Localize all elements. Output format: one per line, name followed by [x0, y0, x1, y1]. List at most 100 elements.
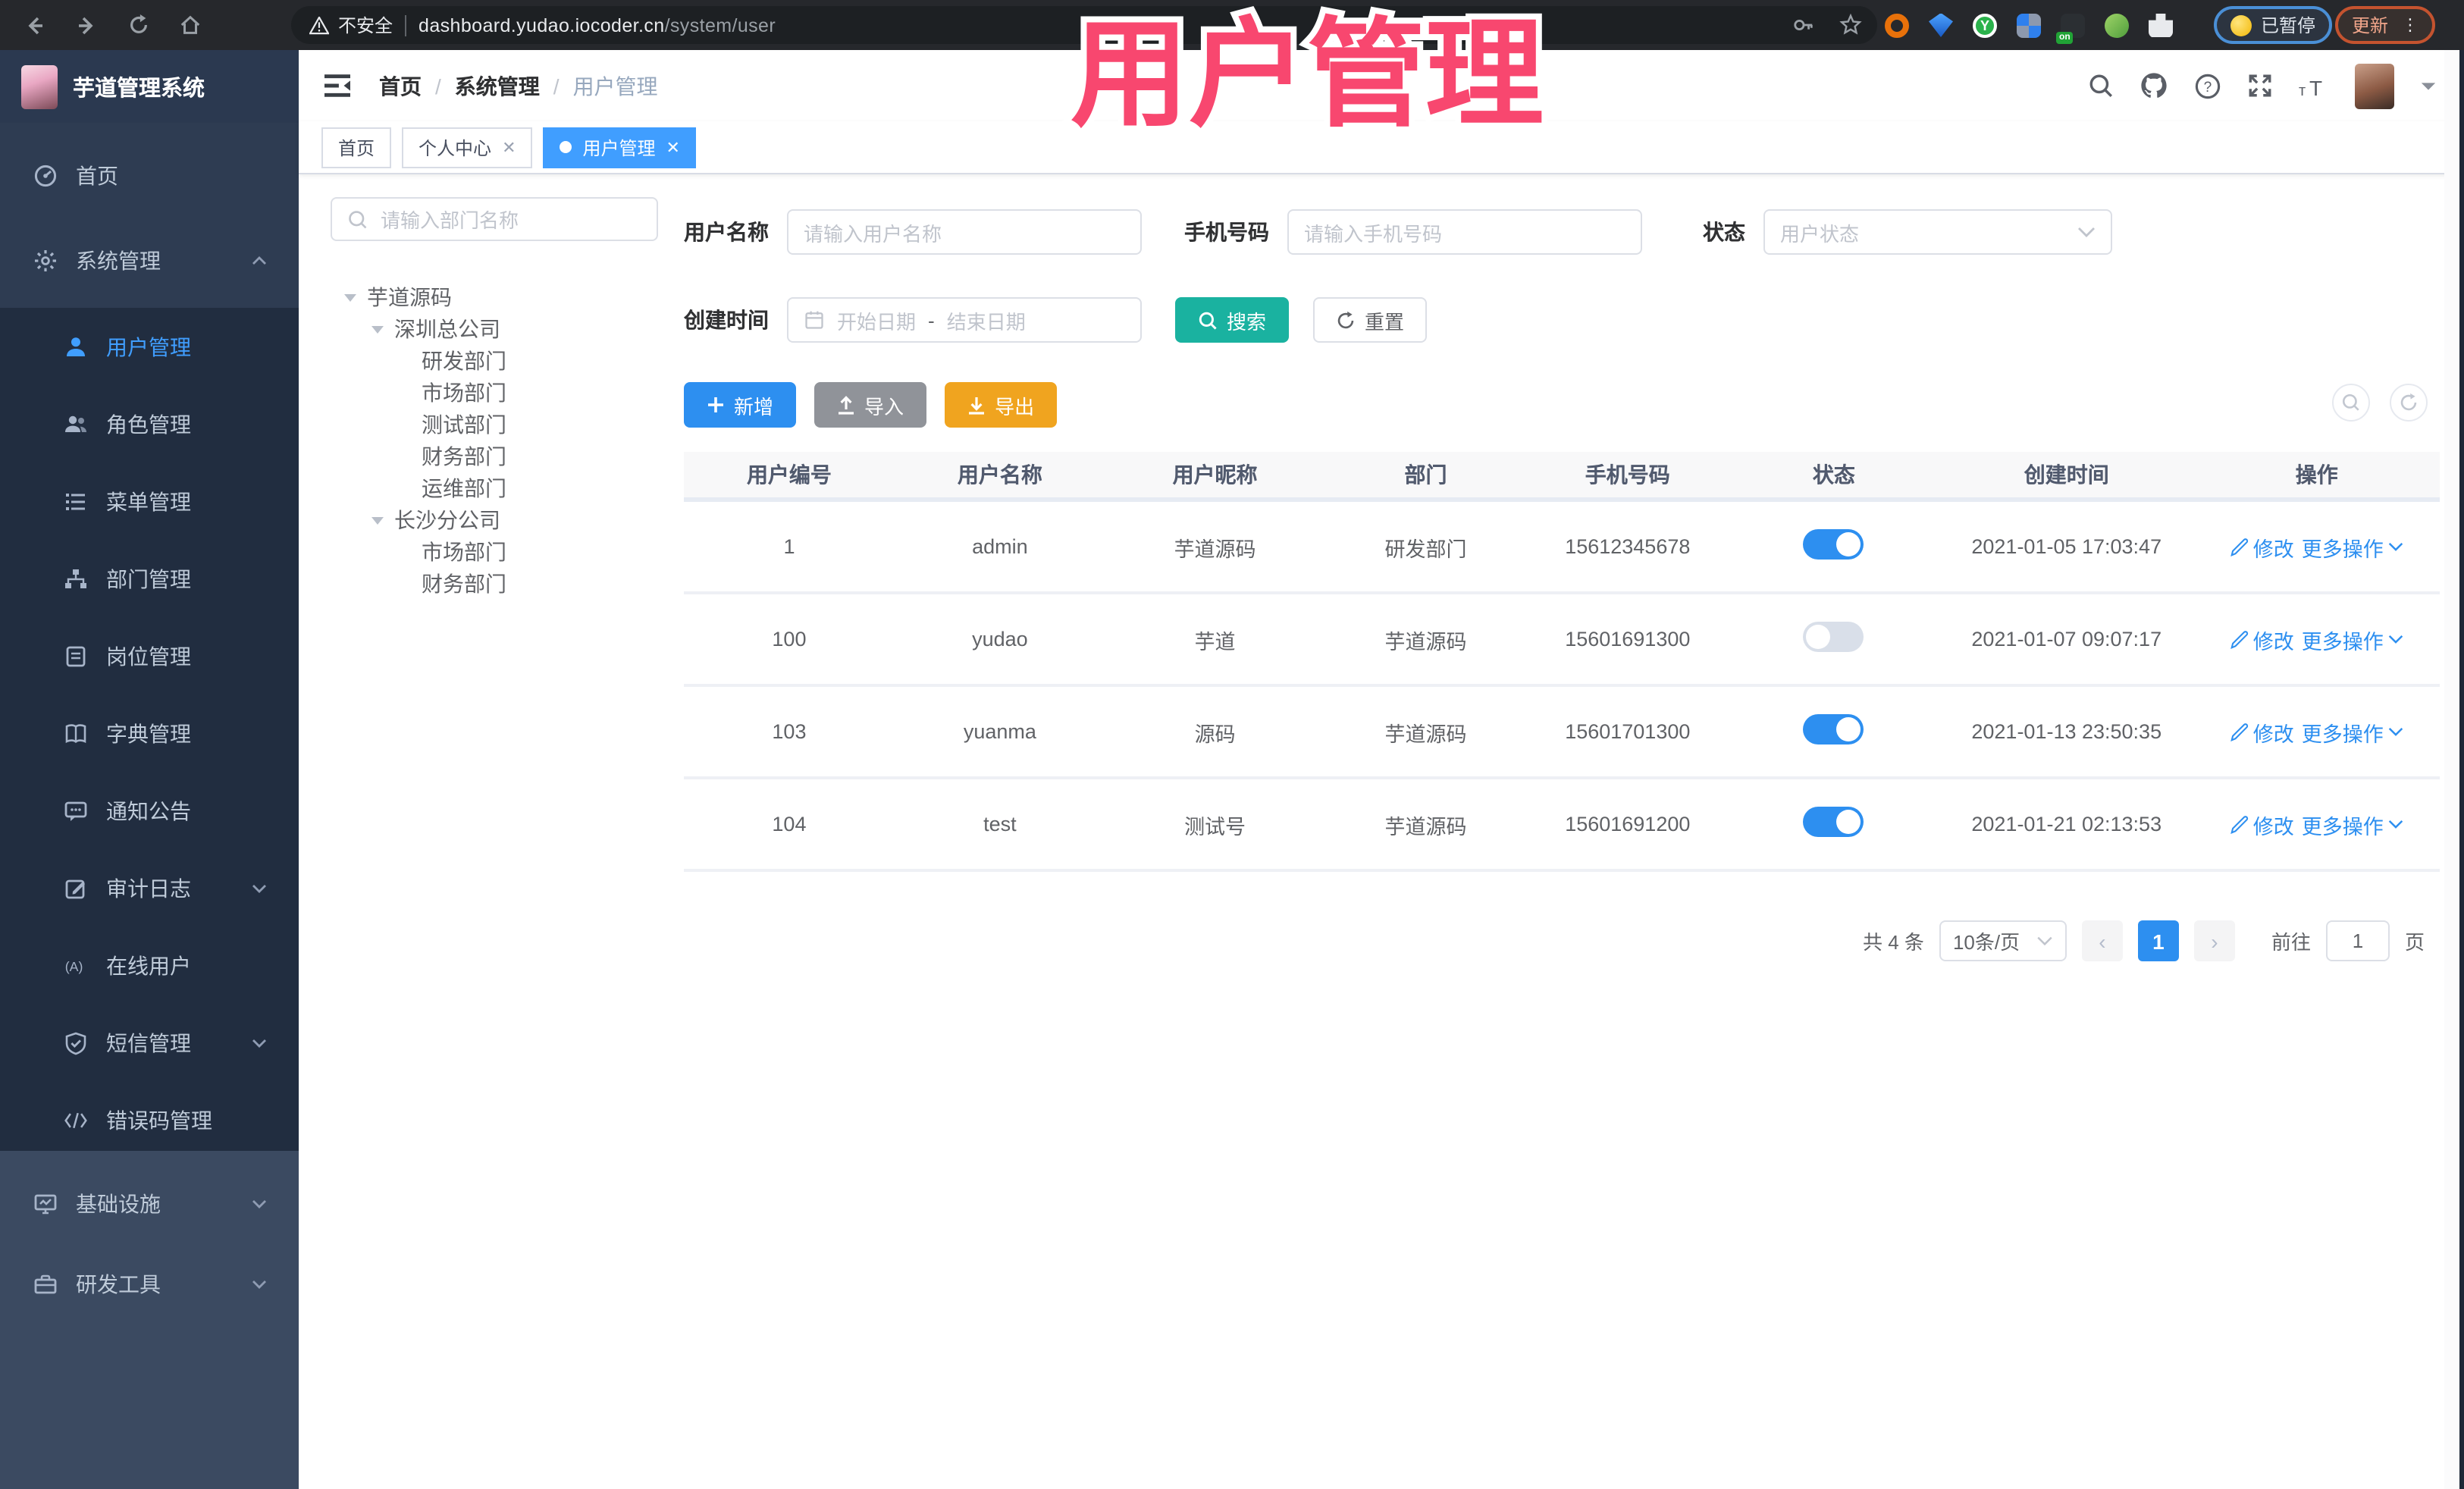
avatar-caret-icon[interactable]: [2420, 80, 2437, 92]
col-header: 部门: [1404, 462, 1447, 487]
edit-link[interactable]: 修改: [2230, 809, 2294, 839]
tab-home[interactable]: 首页: [321, 127, 392, 168]
fullscreen-icon[interactable]: [2247, 73, 2273, 99]
sidebar-item-sms-mgmt[interactable]: 短信管理: [0, 1004, 299, 1081]
sidebar-item-system[interactable]: 系统管理: [0, 223, 299, 299]
sidebar-item-audit-log[interactable]: 审计日志: [0, 849, 299, 926]
back-icon[interactable]: [15, 5, 55, 45]
date-range-input[interactable]: 开始日期 - 结束日期: [787, 297, 1142, 343]
edit-link[interactable]: 修改: [2230, 716, 2294, 747]
status-toggle[interactable]: [1803, 714, 1864, 744]
sidebar-item-role-mgmt[interactable]: 角色管理: [0, 385, 299, 462]
export-button[interactable]: 导出: [945, 382, 1058, 428]
tab-profile[interactable]: 个人中心 ✕: [402, 127, 533, 168]
sidebar-item-post-mgmt[interactable]: 岗位管理: [0, 617, 299, 694]
toggle-search-button[interactable]: [2332, 384, 2370, 422]
breadcrumb-system[interactable]: 系统管理: [455, 71, 540, 101]
bookmark-star-icon[interactable]: [1839, 14, 1862, 36]
sidebar-item-user-mgmt[interactable]: 用户管理: [0, 308, 299, 385]
tree-node[interactable]: 深圳总公司: [331, 312, 658, 344]
next-page-button[interactable]: ›: [2193, 920, 2235, 961]
edit-link[interactable]: 修改: [2230, 531, 2294, 562]
goto-page-input[interactable]: [2325, 920, 2390, 961]
status-toggle[interactable]: [1803, 622, 1864, 652]
search-icon[interactable]: [2088, 73, 2114, 99]
extension-icon-gem[interactable]: [1929, 13, 1953, 37]
not-secure-warning[interactable]: 不安全: [309, 12, 393, 38]
app-logo-row[interactable]: 芋道管理系统: [0, 50, 299, 123]
tree-node[interactable]: 市场部门: [331, 376, 658, 408]
sidebar-item-errcode-mgmt[interactable]: 错误码管理: [0, 1081, 299, 1158]
more-actions-link[interactable]: 更多操作: [2302, 809, 2403, 839]
extensions-puzzle-icon[interactable]: [2149, 13, 2173, 37]
reload-icon[interactable]: [118, 5, 158, 45]
edit-link[interactable]: 修改: [2230, 624, 2294, 654]
extension-icon-green-y[interactable]: Y: [1973, 13, 1997, 37]
user-avatar[interactable]: [2355, 63, 2394, 108]
tags-view-bar: 首页 个人中心 ✕ 用户管理 ✕: [299, 121, 2464, 174]
sidebar-item-menu-mgmt[interactable]: 菜单管理: [0, 462, 299, 540]
sidebar-item-notice[interactable]: 通知公告: [0, 772, 299, 849]
more-actions-link[interactable]: 更多操作: [2302, 531, 2403, 562]
more-actions-link[interactable]: 更多操作: [2302, 716, 2403, 747]
key-icon[interactable]: [1792, 14, 1815, 36]
sidebar-item-devtools[interactable]: 研发工具: [0, 1243, 299, 1324]
browser-update-button[interactable]: 更新 ⋮: [2335, 6, 2436, 44]
status-toggle[interactable]: [1803, 529, 1864, 560]
tab-user-mgmt[interactable]: 用户管理 ✕: [543, 127, 697, 168]
add-button[interactable]: 新增: [684, 382, 797, 428]
extension-icon-switch[interactable]: on: [2056, 13, 2085, 43]
tree-node[interactable]: 运维部门: [331, 472, 658, 503]
browser-menu-icon[interactable]: ⋮: [2402, 15, 2419, 35]
sidebar-item-infra[interactable]: 基础设施: [0, 1163, 299, 1243]
sidebar-item-online-users[interactable]: (A) 在线用户: [0, 926, 299, 1004]
address-bar[interactable]: 不安全 dashboard.yudao.iocoder.cn/system/us…: [291, 6, 1877, 44]
top-header: 首页 / 系统管理 / 用户管理 ? тT: [299, 50, 2464, 121]
forward-icon[interactable]: [67, 5, 106, 45]
cell-username: yuanma: [963, 720, 1036, 743]
tree-node[interactable]: 测试部门: [331, 408, 658, 440]
monitor-icon: [34, 1193, 57, 1214]
sidebar-item-dict-mgmt[interactable]: 字典管理: [0, 694, 299, 772]
sidebar-item-home[interactable]: 首页: [0, 138, 299, 214]
prev-page-button[interactable]: ‹: [2081, 920, 2123, 961]
tree-node[interactable]: 市场部门: [331, 535, 658, 567]
refresh-table-button[interactable]: [2390, 384, 2428, 422]
status-toggle[interactable]: [1803, 807, 1864, 837]
close-icon[interactable]: ✕: [502, 137, 516, 157]
home-icon[interactable]: [170, 5, 209, 45]
status-select[interactable]: 用户状态: [1763, 209, 2112, 255]
caret-down-icon[interactable]: [370, 321, 385, 336]
caret-down-icon[interactable]: [370, 512, 385, 527]
search-button[interactable]: 搜索: [1175, 297, 1290, 343]
cell-username: yudao: [972, 628, 1028, 650]
reset-button[interactable]: 重置: [1313, 297, 1428, 343]
tree-node-label: 市场部门: [422, 380, 506, 404]
caret-down-icon[interactable]: [343, 289, 358, 304]
page-scrollbar[interactable]: [2444, 50, 2459, 1489]
font-size-icon[interactable]: тT: [2299, 74, 2329, 98]
sidebar-fold-icon[interactable]: [323, 73, 352, 99]
profile-paused-chip[interactable]: 已暂停: [2214, 6, 2333, 44]
page-size-select[interactable]: 10条/页: [1939, 920, 2067, 961]
github-icon[interactable]: [2140, 71, 2168, 100]
username-input[interactable]: 请输入用户名称: [787, 209, 1142, 255]
help-icon[interactable]: ?: [2194, 72, 2221, 99]
more-actions-link[interactable]: 更多操作: [2302, 624, 2403, 654]
tree-node[interactable]: 长沙分公司: [331, 503, 658, 535]
tree-node[interactable]: 芋道源码: [331, 281, 658, 312]
tree-node[interactable]: 研发部门: [331, 344, 658, 376]
close-icon[interactable]: ✕: [666, 137, 680, 157]
tree-node[interactable]: 财务部门: [331, 440, 658, 472]
tab-label: 首页: [338, 137, 375, 158]
sidebar-item-dept-mgmt[interactable]: 部门管理: [0, 540, 299, 617]
extension-icon-grid[interactable]: [2017, 13, 2041, 37]
extension-icon-orange[interactable]: [1885, 13, 1909, 37]
tree-node[interactable]: 财务部门: [331, 567, 658, 599]
import-button[interactable]: 导入: [814, 382, 927, 428]
breadcrumb-home[interactable]: 首页: [379, 71, 422, 101]
dept-search-input[interactable]: 请输入部门名称: [331, 197, 658, 241]
page-1-button[interactable]: 1: [2137, 920, 2179, 961]
mobile-input[interactable]: 请输入手机号码: [1287, 209, 1642, 255]
extension-icon-green-key[interactable]: [2105, 13, 2129, 37]
